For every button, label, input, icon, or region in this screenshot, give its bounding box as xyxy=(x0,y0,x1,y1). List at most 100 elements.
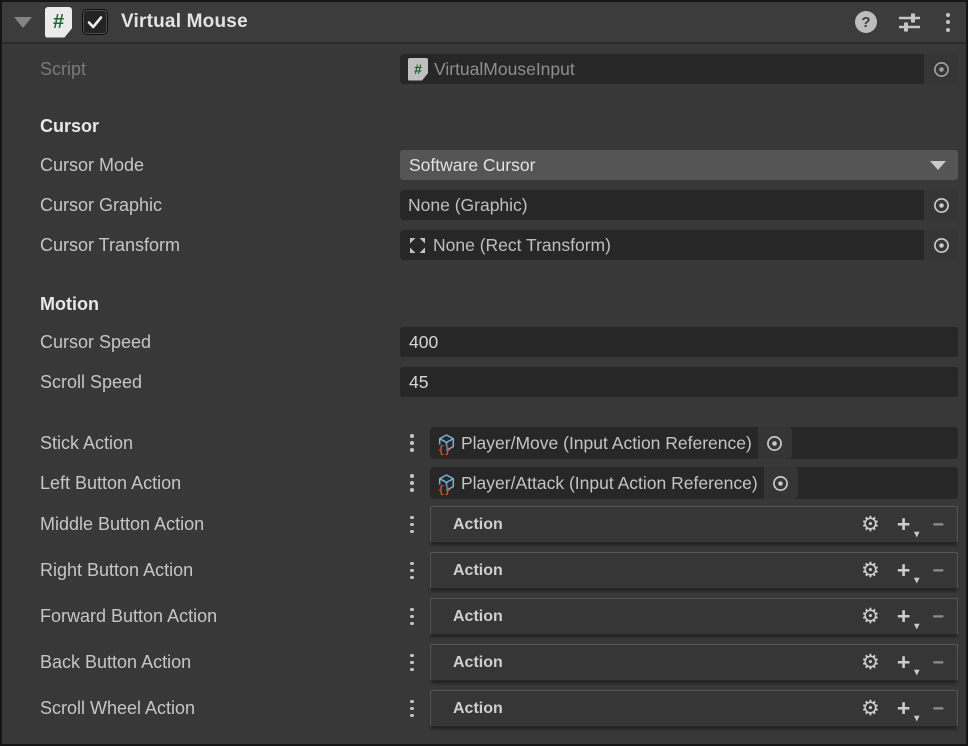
forward-button-action-row: Forward Button Action Action ⚙ +▾ − xyxy=(40,598,958,635)
remove-binding-icon[interactable]: − xyxy=(932,653,944,673)
cursor-transform-label: Cursor Transform xyxy=(40,235,400,256)
cursor-transform-row: Cursor Transform None (Rect Transform) xyxy=(40,230,958,260)
stick-action-value: Player/Move (Input Action Reference) xyxy=(461,433,752,454)
cursor-speed-label: Cursor Speed xyxy=(40,332,400,353)
svg-text:{}: {} xyxy=(438,444,451,455)
chevron-down-icon: ▾ xyxy=(914,668,919,678)
cursor-graphic-label: Cursor Graphic xyxy=(40,195,400,216)
foldout-arrow-icon[interactable] xyxy=(14,17,32,28)
property-menu-icon[interactable] xyxy=(406,516,418,534)
remove-binding-icon[interactable]: − xyxy=(932,515,944,535)
add-binding-icon[interactable]: +▾ xyxy=(897,513,918,536)
csharp-script-icon: # xyxy=(45,7,72,38)
more-menu-icon[interactable] xyxy=(944,11,952,34)
property-menu-icon[interactable] xyxy=(406,700,418,718)
gear-icon[interactable]: ⚙ xyxy=(861,652,880,673)
cursor-graphic-row: Cursor Graphic None (Graphic) xyxy=(40,190,958,220)
right-button-action-label: Right Button Action xyxy=(40,560,406,581)
chevron-down-icon: ▾ xyxy=(914,530,919,540)
remove-binding-icon[interactable]: − xyxy=(932,607,944,627)
cursor-graphic-value: None (Graphic) xyxy=(408,195,528,216)
add-binding-icon[interactable]: +▾ xyxy=(897,651,918,674)
script-object-value: VirtualMouseInput xyxy=(434,59,575,80)
add-binding-icon[interactable]: +▾ xyxy=(897,697,918,720)
property-menu-icon[interactable] xyxy=(406,608,418,626)
help-icon[interactable]: ? xyxy=(855,11,877,33)
cursor-section-title: Cursor xyxy=(40,116,966,140)
object-picker-icon xyxy=(924,54,958,84)
svg-text:{}: {} xyxy=(438,484,451,495)
stick-action-row: Stick Action {} Player/Move (Input Actio… xyxy=(40,427,958,459)
component-title: Virtual Mouse xyxy=(121,11,248,33)
cursor-transform-value: None (Rect Transform) xyxy=(433,235,611,256)
rect-transform-icon xyxy=(408,236,427,255)
gear-icon[interactable]: ⚙ xyxy=(861,560,880,581)
add-binding-icon[interactable]: +▾ xyxy=(897,605,918,628)
property-menu-icon[interactable] xyxy=(406,474,418,492)
scroll-speed-label: Scroll Speed xyxy=(40,372,400,393)
component-header: # Virtual Mouse ? xyxy=(2,2,966,44)
back-button-action-label: Back Button Action xyxy=(40,652,406,673)
remove-binding-icon[interactable]: − xyxy=(932,699,944,719)
cursor-mode-dropdown[interactable]: Software Cursor xyxy=(400,150,958,180)
left-button-action-object-field[interactable]: {} Player/Attack (Input Action Reference… xyxy=(430,467,958,499)
right-button-action-row: Right Button Action Action ⚙ +▾ − xyxy=(40,552,958,589)
gear-icon[interactable]: ⚙ xyxy=(861,514,880,535)
scriptable-object-icon: {} xyxy=(435,432,458,455)
middle-button-action-label: Middle Button Action xyxy=(40,514,406,535)
object-picker-icon[interactable] xyxy=(924,230,958,260)
action-header-title: Action xyxy=(453,654,503,672)
stick-action-label: Stick Action xyxy=(40,433,406,454)
inspector-panel: # Virtual Mouse ? Script # VirtualMouseI… xyxy=(0,0,968,746)
checkmark-icon xyxy=(85,12,105,32)
chevron-down-icon xyxy=(930,161,946,170)
object-picker-icon[interactable] xyxy=(758,427,792,459)
property-menu-icon[interactable] xyxy=(406,562,418,580)
script-label: Script xyxy=(40,59,400,80)
cursor-graphic-object-field[interactable]: None (Graphic) xyxy=(400,190,958,220)
cursor-mode-value: Software Cursor xyxy=(409,155,535,176)
action-header-title: Action xyxy=(453,516,503,534)
scroll-speed-row: Scroll Speed 45 xyxy=(40,367,958,397)
action-header-title: Action xyxy=(453,608,503,626)
scriptable-object-icon: {} xyxy=(435,472,458,495)
object-picker-icon[interactable] xyxy=(924,190,958,220)
gear-icon[interactable]: ⚙ xyxy=(861,606,880,627)
action-header-box[interactable]: Action ⚙ +▾ − xyxy=(430,552,958,589)
cursor-speed-row: Cursor Speed 400 xyxy=(40,327,958,357)
remove-binding-icon[interactable]: − xyxy=(932,561,944,581)
cursor-mode-label: Cursor Mode xyxy=(40,155,400,176)
presets-icon[interactable] xyxy=(896,10,923,34)
scroll-wheel-action-row: Scroll Wheel Action Action ⚙ +▾ − xyxy=(40,690,958,727)
back-button-action-row: Back Button Action Action ⚙ +▾ − xyxy=(40,644,958,681)
left-button-action-row: Left Button Action {} Player/Attack (Inp… xyxy=(40,467,958,499)
left-button-action-value: Player/Attack (Input Action Reference) xyxy=(461,473,758,494)
action-header-box[interactable]: Action ⚙ +▾ − xyxy=(430,690,958,727)
action-header-title: Action xyxy=(453,700,503,718)
stick-action-object-field[interactable]: {} Player/Move (Input Action Reference) xyxy=(430,427,958,459)
action-header-box[interactable]: Action ⚙ +▾ − xyxy=(430,598,958,635)
script-row: Script # VirtualMouseInput xyxy=(40,54,958,84)
gear-icon[interactable]: ⚙ xyxy=(861,698,880,719)
middle-button-action-row: Middle Button Action Action ⚙ +▾ − xyxy=(40,506,958,543)
action-header-box[interactable]: Action ⚙ +▾ − xyxy=(430,506,958,543)
left-button-action-label: Left Button Action xyxy=(40,473,406,494)
scroll-speed-input[interactable]: 45 xyxy=(400,367,958,397)
script-object-field: # VirtualMouseInput xyxy=(400,54,958,84)
chevron-down-icon: ▾ xyxy=(914,576,919,586)
csharp-script-icon: # xyxy=(408,58,428,81)
object-picker-icon[interactable] xyxy=(764,467,798,499)
action-header-title: Action xyxy=(453,562,503,580)
enable-checkbox[interactable] xyxy=(82,9,108,35)
property-menu-icon[interactable] xyxy=(406,654,418,672)
cursor-speed-input[interactable]: 400 xyxy=(400,327,958,357)
property-menu-icon[interactable] xyxy=(406,434,418,452)
action-header-box[interactable]: Action ⚙ +▾ − xyxy=(430,644,958,681)
scroll-wheel-action-label: Scroll Wheel Action xyxy=(40,698,406,719)
add-binding-icon[interactable]: +▾ xyxy=(897,559,918,582)
chevron-down-icon: ▾ xyxy=(914,622,919,632)
cursor-mode-row: Cursor Mode Software Cursor xyxy=(40,150,958,180)
forward-button-action-label: Forward Button Action xyxy=(40,606,406,627)
motion-section-title: Motion xyxy=(40,294,966,318)
cursor-transform-object-field[interactable]: None (Rect Transform) xyxy=(400,230,958,260)
